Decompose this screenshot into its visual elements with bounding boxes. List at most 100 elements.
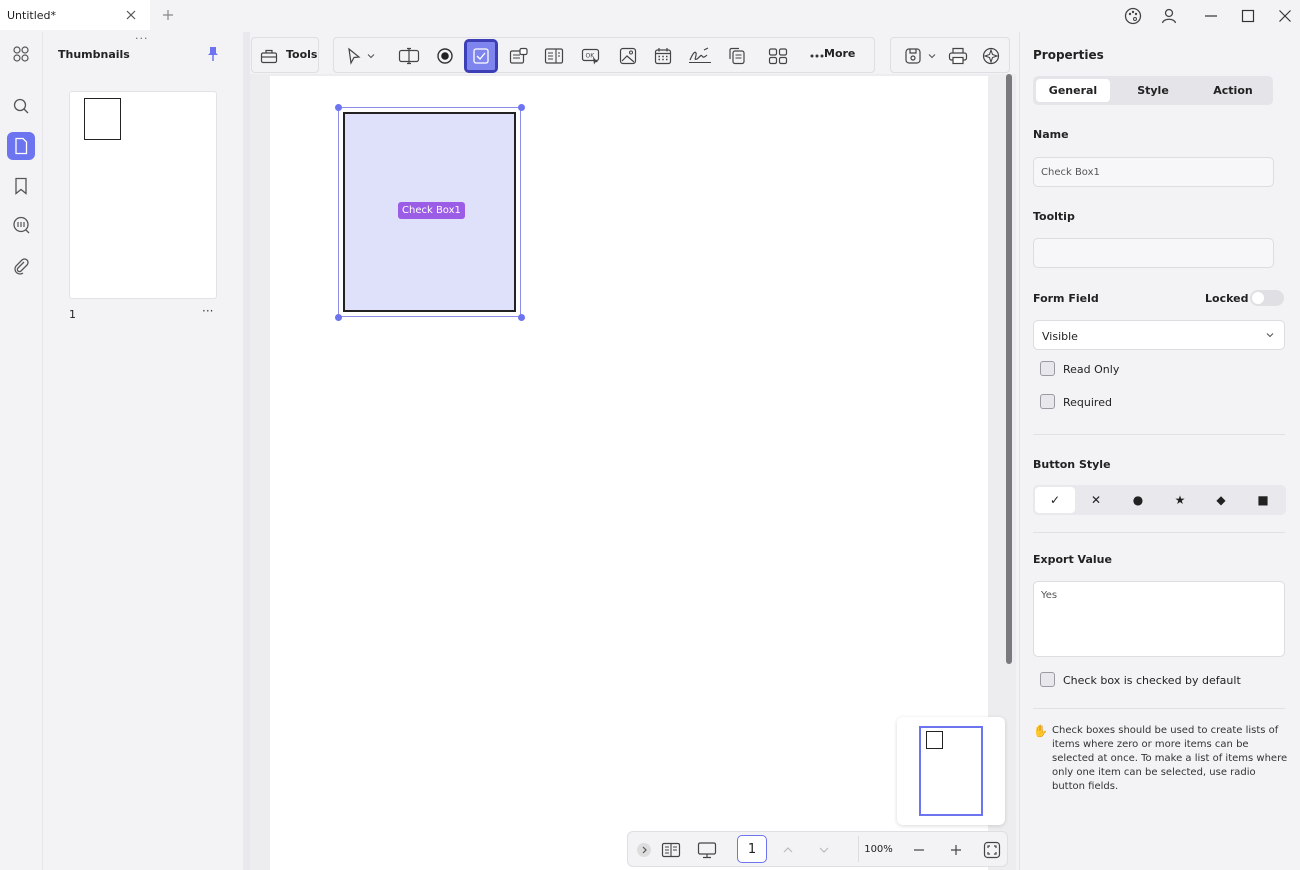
- zoom-level[interactable]: 100%: [858, 836, 898, 862]
- image-field-tool-icon[interactable]: [614, 42, 642, 70]
- divider: [1033, 532, 1285, 533]
- document-tab-title: Untitled*: [7, 9, 57, 22]
- account-icon[interactable]: [1159, 6, 1179, 26]
- thumbnails-panel: ··· Thumbnails 1 ···: [44, 32, 242, 870]
- zoom-out-icon[interactable]: [907, 838, 931, 862]
- visibility-value: Visible: [1042, 330, 1078, 343]
- palette-icon[interactable]: [1123, 6, 1143, 26]
- page-thumbnail[interactable]: [69, 91, 217, 299]
- more-button[interactable]: More: [824, 47, 855, 60]
- button-style-group: ✓ ✕ ● ★ ◆ ■: [1033, 485, 1286, 515]
- locked-toggle[interactable]: [1250, 290, 1284, 306]
- tab-action[interactable]: Action: [1196, 79, 1270, 102]
- tooltip-field[interactable]: [1033, 238, 1274, 268]
- resize-handle-top-right[interactable]: [518, 104, 525, 111]
- radio-button-tool-icon[interactable]: [431, 42, 459, 70]
- panel-resize-grip[interactable]: ···: [135, 32, 149, 45]
- document-tab[interactable]: Untitled*: [0, 0, 150, 30]
- style-diamond-button[interactable]: ◆: [1201, 487, 1241, 513]
- visibility-select[interactable]: Visible: [1033, 320, 1285, 350]
- properties-panel: Properties General Style Action Name Che…: [1019, 32, 1300, 870]
- save-icon[interactable]: [899, 42, 927, 70]
- page-number-input[interactable]: 1: [737, 835, 767, 863]
- style-circle-button[interactable]: ●: [1118, 487, 1158, 513]
- collapse-toolbar-icon[interactable]: [632, 838, 656, 862]
- thumbnail-more-button[interactable]: ···: [202, 304, 213, 318]
- list-box-tool-icon[interactable]: [540, 42, 568, 70]
- tab-style[interactable]: Style: [1116, 79, 1190, 102]
- style-square-button[interactable]: ■: [1243, 487, 1283, 513]
- thumbnail-checkbox-preview: [84, 98, 121, 140]
- close-tab-icon[interactable]: [124, 8, 138, 22]
- divider: [1033, 434, 1285, 435]
- title-bar: Untitled*: [0, 0, 1300, 32]
- tools-button[interactable]: Tools: [286, 48, 317, 61]
- search-icon[interactable]: [7, 92, 35, 120]
- page-navigator[interactable]: [897, 717, 1005, 825]
- style-check-button[interactable]: ✓: [1035, 487, 1075, 513]
- tooltip-label: Tooltip: [1033, 210, 1075, 223]
- new-tab-icon[interactable]: [161, 8, 175, 22]
- left-rail: [0, 32, 43, 870]
- locked-label: Locked: [1205, 292, 1249, 305]
- arrange-fields-icon[interactable]: [764, 42, 792, 70]
- thumbnails-title: Thumbnails: [58, 48, 130, 61]
- button-style-label: Button Style: [1033, 458, 1111, 471]
- button-tool-icon[interactable]: OK: [577, 42, 605, 70]
- style-cross-button[interactable]: ✕: [1076, 487, 1116, 513]
- read-only-checkbox[interactable]: [1040, 361, 1055, 376]
- export-value-field[interactable]: Yes: [1033, 581, 1285, 657]
- properties-title: Properties: [1033, 48, 1104, 62]
- print-icon[interactable]: [944, 42, 972, 70]
- next-page-icon[interactable]: [812, 838, 836, 862]
- attachment-icon[interactable]: [7, 252, 35, 280]
- maximize-icon[interactable]: [1238, 6, 1258, 26]
- resize-handle-bottom-right[interactable]: [518, 314, 525, 321]
- combo-box-tool-icon[interactable]: [505, 42, 533, 70]
- checkbox-tool-icon[interactable]: [464, 39, 498, 73]
- close-window-icon[interactable]: [1275, 6, 1295, 26]
- minimize-icon[interactable]: [1201, 6, 1221, 26]
- duplicate-fields-icon[interactable]: [723, 42, 751, 70]
- field-name-tag: Check Box1: [398, 202, 465, 219]
- previous-page-icon[interactable]: [776, 838, 800, 862]
- resize-handle-bottom-left[interactable]: [335, 314, 342, 321]
- style-star-button[interactable]: ★: [1160, 487, 1200, 513]
- tools-group: Tools: [251, 37, 319, 73]
- chevron-down-icon: [1264, 329, 1276, 341]
- properties-tabs: General Style Action: [1033, 76, 1273, 105]
- pin-icon[interactable]: [206, 46, 220, 62]
- required-checkbox[interactable]: [1040, 394, 1055, 409]
- name-field[interactable]: Check Box1: [1033, 157, 1274, 187]
- fit-page-icon[interactable]: [980, 838, 1004, 862]
- presentation-icon[interactable]: [695, 838, 719, 862]
- checked-default-checkbox[interactable]: [1040, 672, 1055, 687]
- file-tools-group: [890, 37, 1010, 73]
- text-field-tool-icon[interactable]: [395, 42, 423, 70]
- signature-tool-icon[interactable]: [686, 42, 714, 70]
- bottom-toolbar: 1 100%: [627, 831, 1008, 867]
- navigator-viewport[interactable]: [919, 726, 983, 816]
- tools-icon[interactable]: [258, 42, 280, 70]
- ai-assistant-icon[interactable]: [977, 42, 1005, 70]
- divider: [1033, 708, 1285, 709]
- hint-text: Check boxes should be used to create lis…: [1052, 725, 1288, 792]
- navigator-checkbox-preview: [926, 731, 943, 749]
- page-layout-icon[interactable]: [659, 838, 683, 862]
- zoom-in-icon[interactable]: [944, 838, 968, 862]
- resize-handle-top-left[interactable]: [335, 104, 342, 111]
- date-field-tool-icon[interactable]: [649, 42, 677, 70]
- comment-icon[interactable]: [7, 211, 35, 239]
- locked-toggle-knob: [1252, 292, 1264, 304]
- chevron-down-icon[interactable]: [364, 42, 378, 70]
- name-label: Name: [1033, 128, 1069, 141]
- form-tools-group: OK: [333, 37, 875, 73]
- form-field-label: Form Field: [1033, 292, 1099, 305]
- tab-general[interactable]: General: [1036, 79, 1110, 102]
- pages-icon[interactable]: [7, 132, 35, 160]
- apps-icon[interactable]: [7, 40, 35, 68]
- panel-splitter[interactable]: [243, 32, 250, 870]
- bookmark-icon[interactable]: [7, 172, 35, 200]
- save-options-chevron-icon[interactable]: [925, 42, 939, 70]
- vertical-scrollbar[interactable]: [1006, 74, 1012, 664]
